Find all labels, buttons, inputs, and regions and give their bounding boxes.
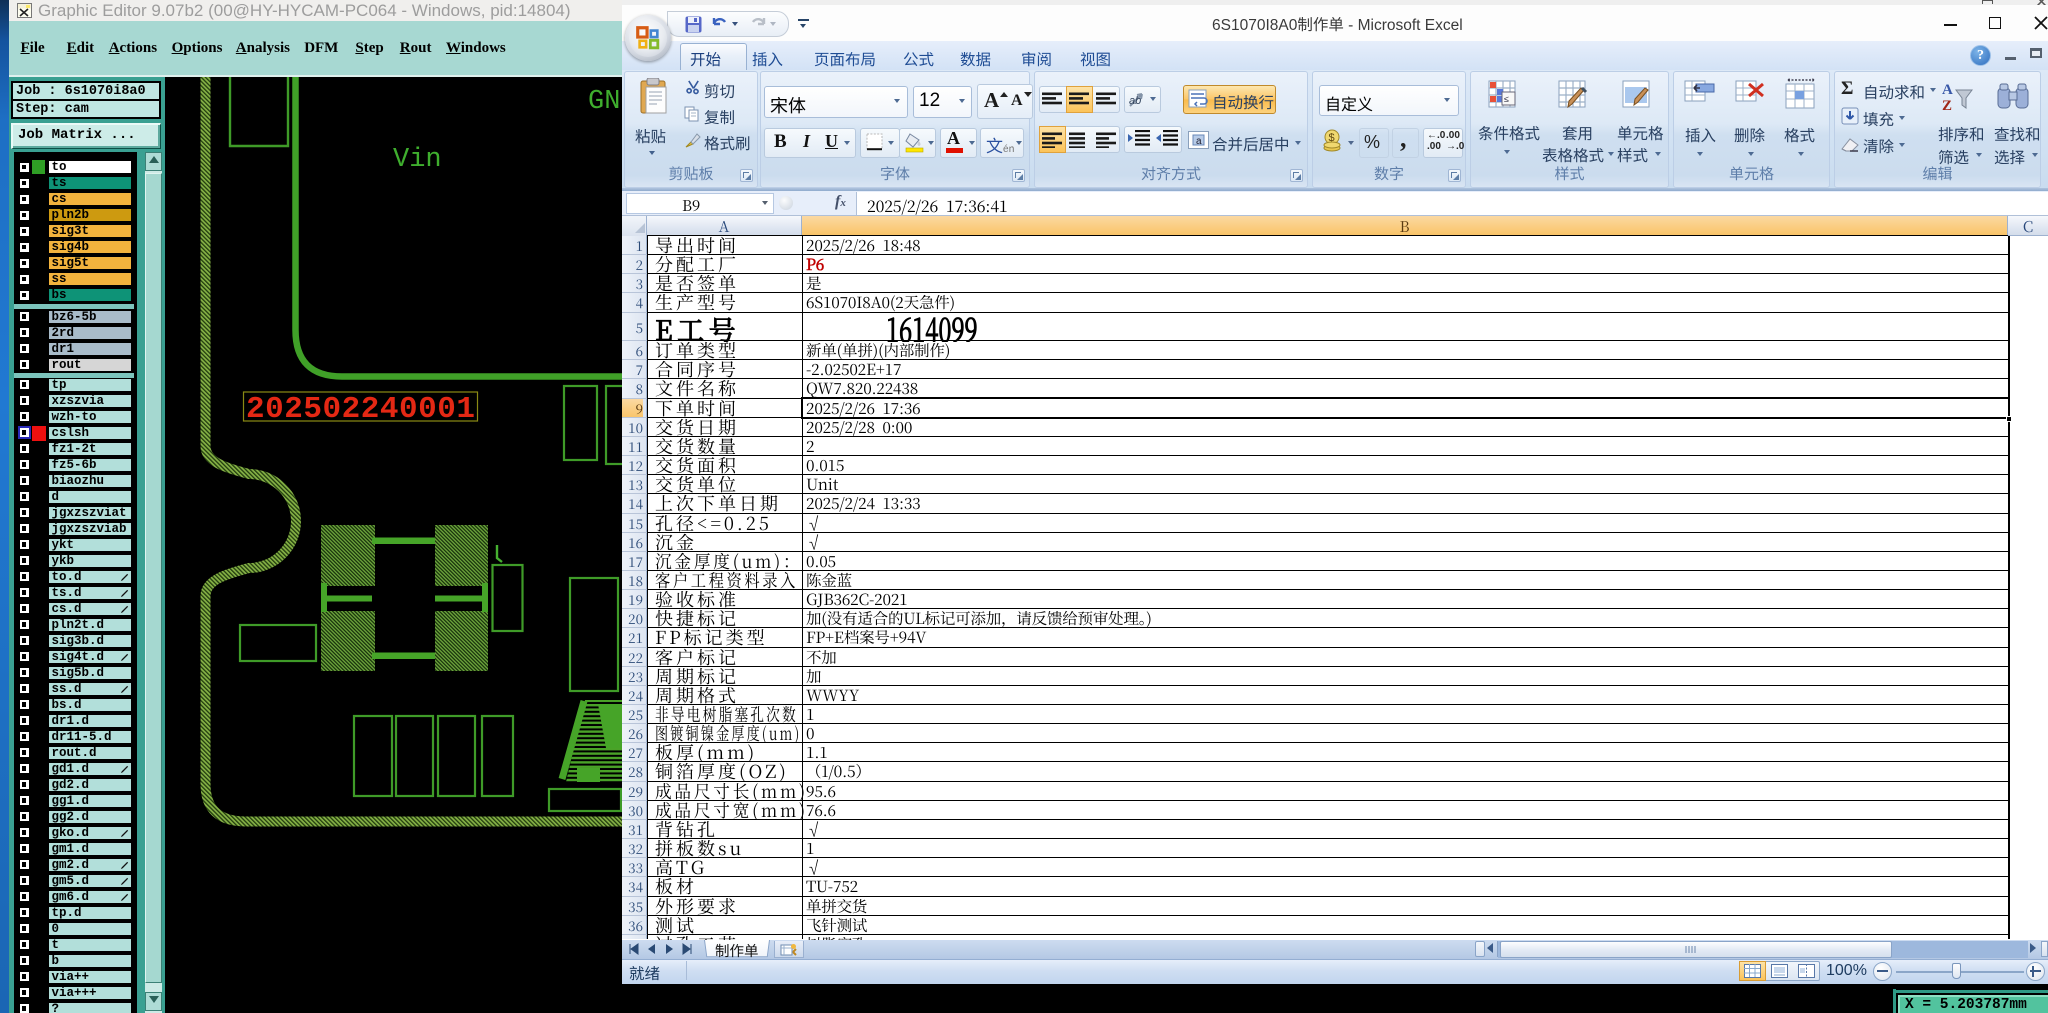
svg-text:202502240001: 202502240001 [246, 392, 475, 427]
svg-text:GN: GN [588, 87, 620, 117]
svg-text:Vin: Vin [393, 145, 442, 175]
